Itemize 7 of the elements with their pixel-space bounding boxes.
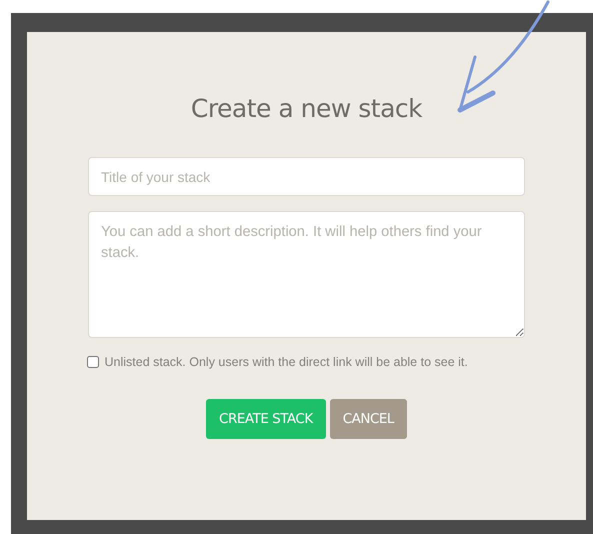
title-input-field[interactable]: Title of your stack [88, 157, 525, 196]
create-stack-button[interactable]: CREATE STACK [206, 399, 326, 439]
unlisted-label: Unlisted stack. Only users with the direct link will be able to see it. [104, 355, 468, 369]
description-input-field[interactable]: You can add a short description. It will help others find your stack. [88, 211, 525, 338]
dialog-title: Create a new stack [190, 94, 422, 123]
unlisted-checkbox[interactable] [86, 356, 98, 368]
cancel-button[interactable]: CANCEL [330, 399, 407, 439]
